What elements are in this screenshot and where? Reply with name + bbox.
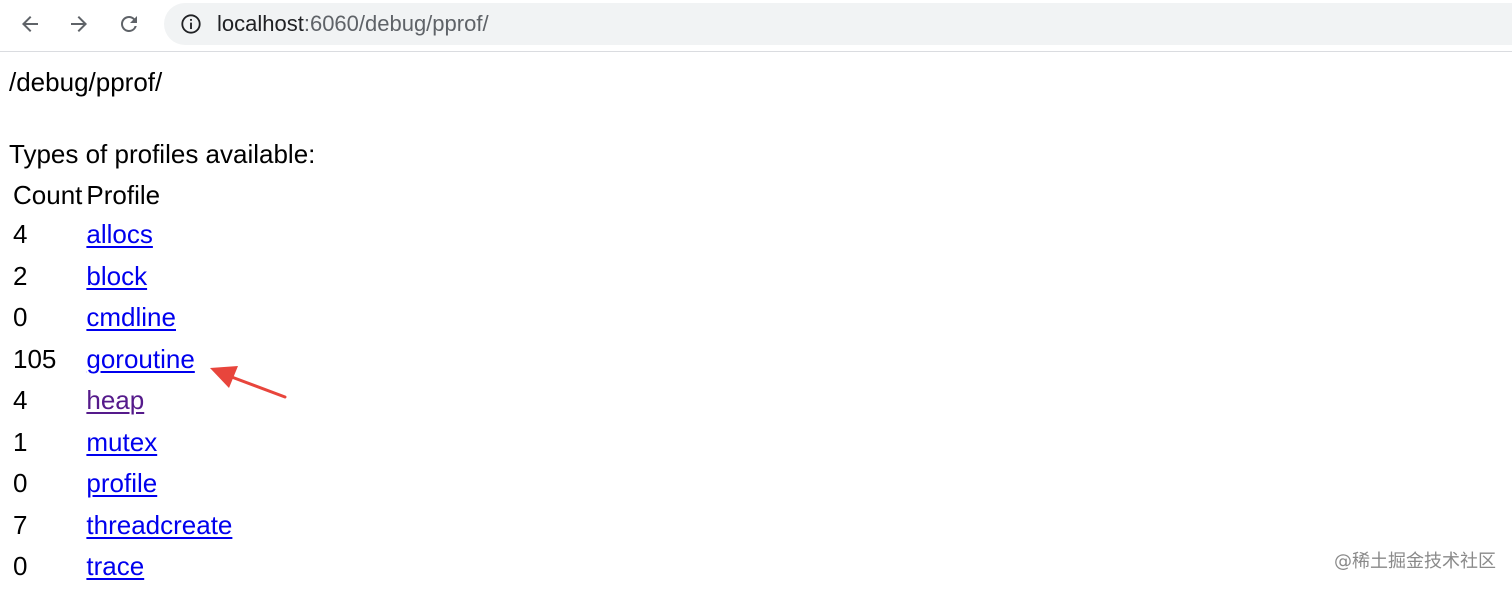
profile-link-trace[interactable]: trace [86, 551, 144, 581]
profile-link-block[interactable]: block [86, 261, 147, 291]
watermark: @稀土掘金技术社区 [1334, 547, 1496, 573]
red-arrow-annotation [205, 360, 295, 405]
reload-icon [117, 12, 141, 36]
profile-count: 0 [13, 548, 82, 585]
profile-link-cell: profile [86, 465, 232, 502]
profile-count: 0 [13, 465, 82, 502]
profile-link-cell: threadcreate [86, 507, 232, 544]
profile-link-profile[interactable]: profile [86, 468, 157, 498]
profile-link-cell: cmdline [86, 299, 232, 336]
table-row: 7threadcreate [13, 507, 232, 544]
browser-toolbar: localhost:6060/debug/pprof/ [0, 0, 1512, 52]
table-header-row: Count Profile [13, 179, 232, 211]
profile-link-allocs[interactable]: allocs [86, 219, 152, 249]
profile-link-threadcreate[interactable]: threadcreate [86, 510, 232, 540]
types-heading: Types of profiles available: [9, 136, 315, 172]
page-title: /debug/pprof/ [9, 64, 162, 100]
arrow-right-icon [67, 12, 91, 36]
profile-count: 105 [13, 341, 82, 378]
url-host: localhost [217, 11, 304, 36]
reload-button[interactable] [111, 8, 147, 40]
column-header-count: Count [13, 179, 82, 211]
table-row: 4heap [13, 382, 232, 419]
profile-count: 7 [13, 507, 82, 544]
profiles-table-body: 4allocs2block0cmdline105goroutine4heap1m… [13, 216, 232, 585]
profile-link-mutex[interactable]: mutex [86, 427, 157, 457]
back-button[interactable] [12, 8, 48, 40]
profile-link-cmdline[interactable]: cmdline [86, 302, 176, 332]
column-header-profile: Profile [86, 179, 232, 211]
profile-count: 0 [13, 299, 82, 336]
profile-count: 1 [13, 424, 82, 461]
profile-link-cell: trace [86, 548, 232, 585]
profile-link-cell: mutex [86, 424, 232, 461]
table-row: 0cmdline [13, 299, 232, 336]
table-row: 105goroutine [13, 341, 232, 378]
profile-link-heap[interactable]: heap [86, 385, 144, 415]
table-row: 1mutex [13, 424, 232, 461]
profile-link-cell: allocs [86, 216, 232, 253]
table-row: 2block [13, 258, 232, 295]
table-row: 0profile [13, 465, 232, 502]
forward-button[interactable] [61, 8, 97, 40]
url-path: :6060/debug/pprof/ [304, 11, 489, 36]
profiles-table: Count Profile 4allocs2block0cmdline105go… [9, 174, 236, 590]
table-row: 0trace [13, 548, 232, 585]
profile-link-goroutine[interactable]: goroutine [86, 344, 194, 374]
arrow-left-icon [18, 12, 42, 36]
info-circle-icon[interactable] [180, 13, 202, 35]
profile-link-cell: block [86, 258, 232, 295]
url-text[interactable]: localhost:6060/debug/pprof/ [217, 11, 489, 37]
page-content: /debug/pprof/ Types of profiles availabl… [9, 64, 162, 100]
profile-count: 4 [13, 216, 82, 253]
profile-count: 4 [13, 382, 82, 419]
table-row: 4allocs [13, 216, 232, 253]
profile-count: 2 [13, 258, 82, 295]
address-bar[interactable]: localhost:6060/debug/pprof/ [164, 3, 1512, 45]
